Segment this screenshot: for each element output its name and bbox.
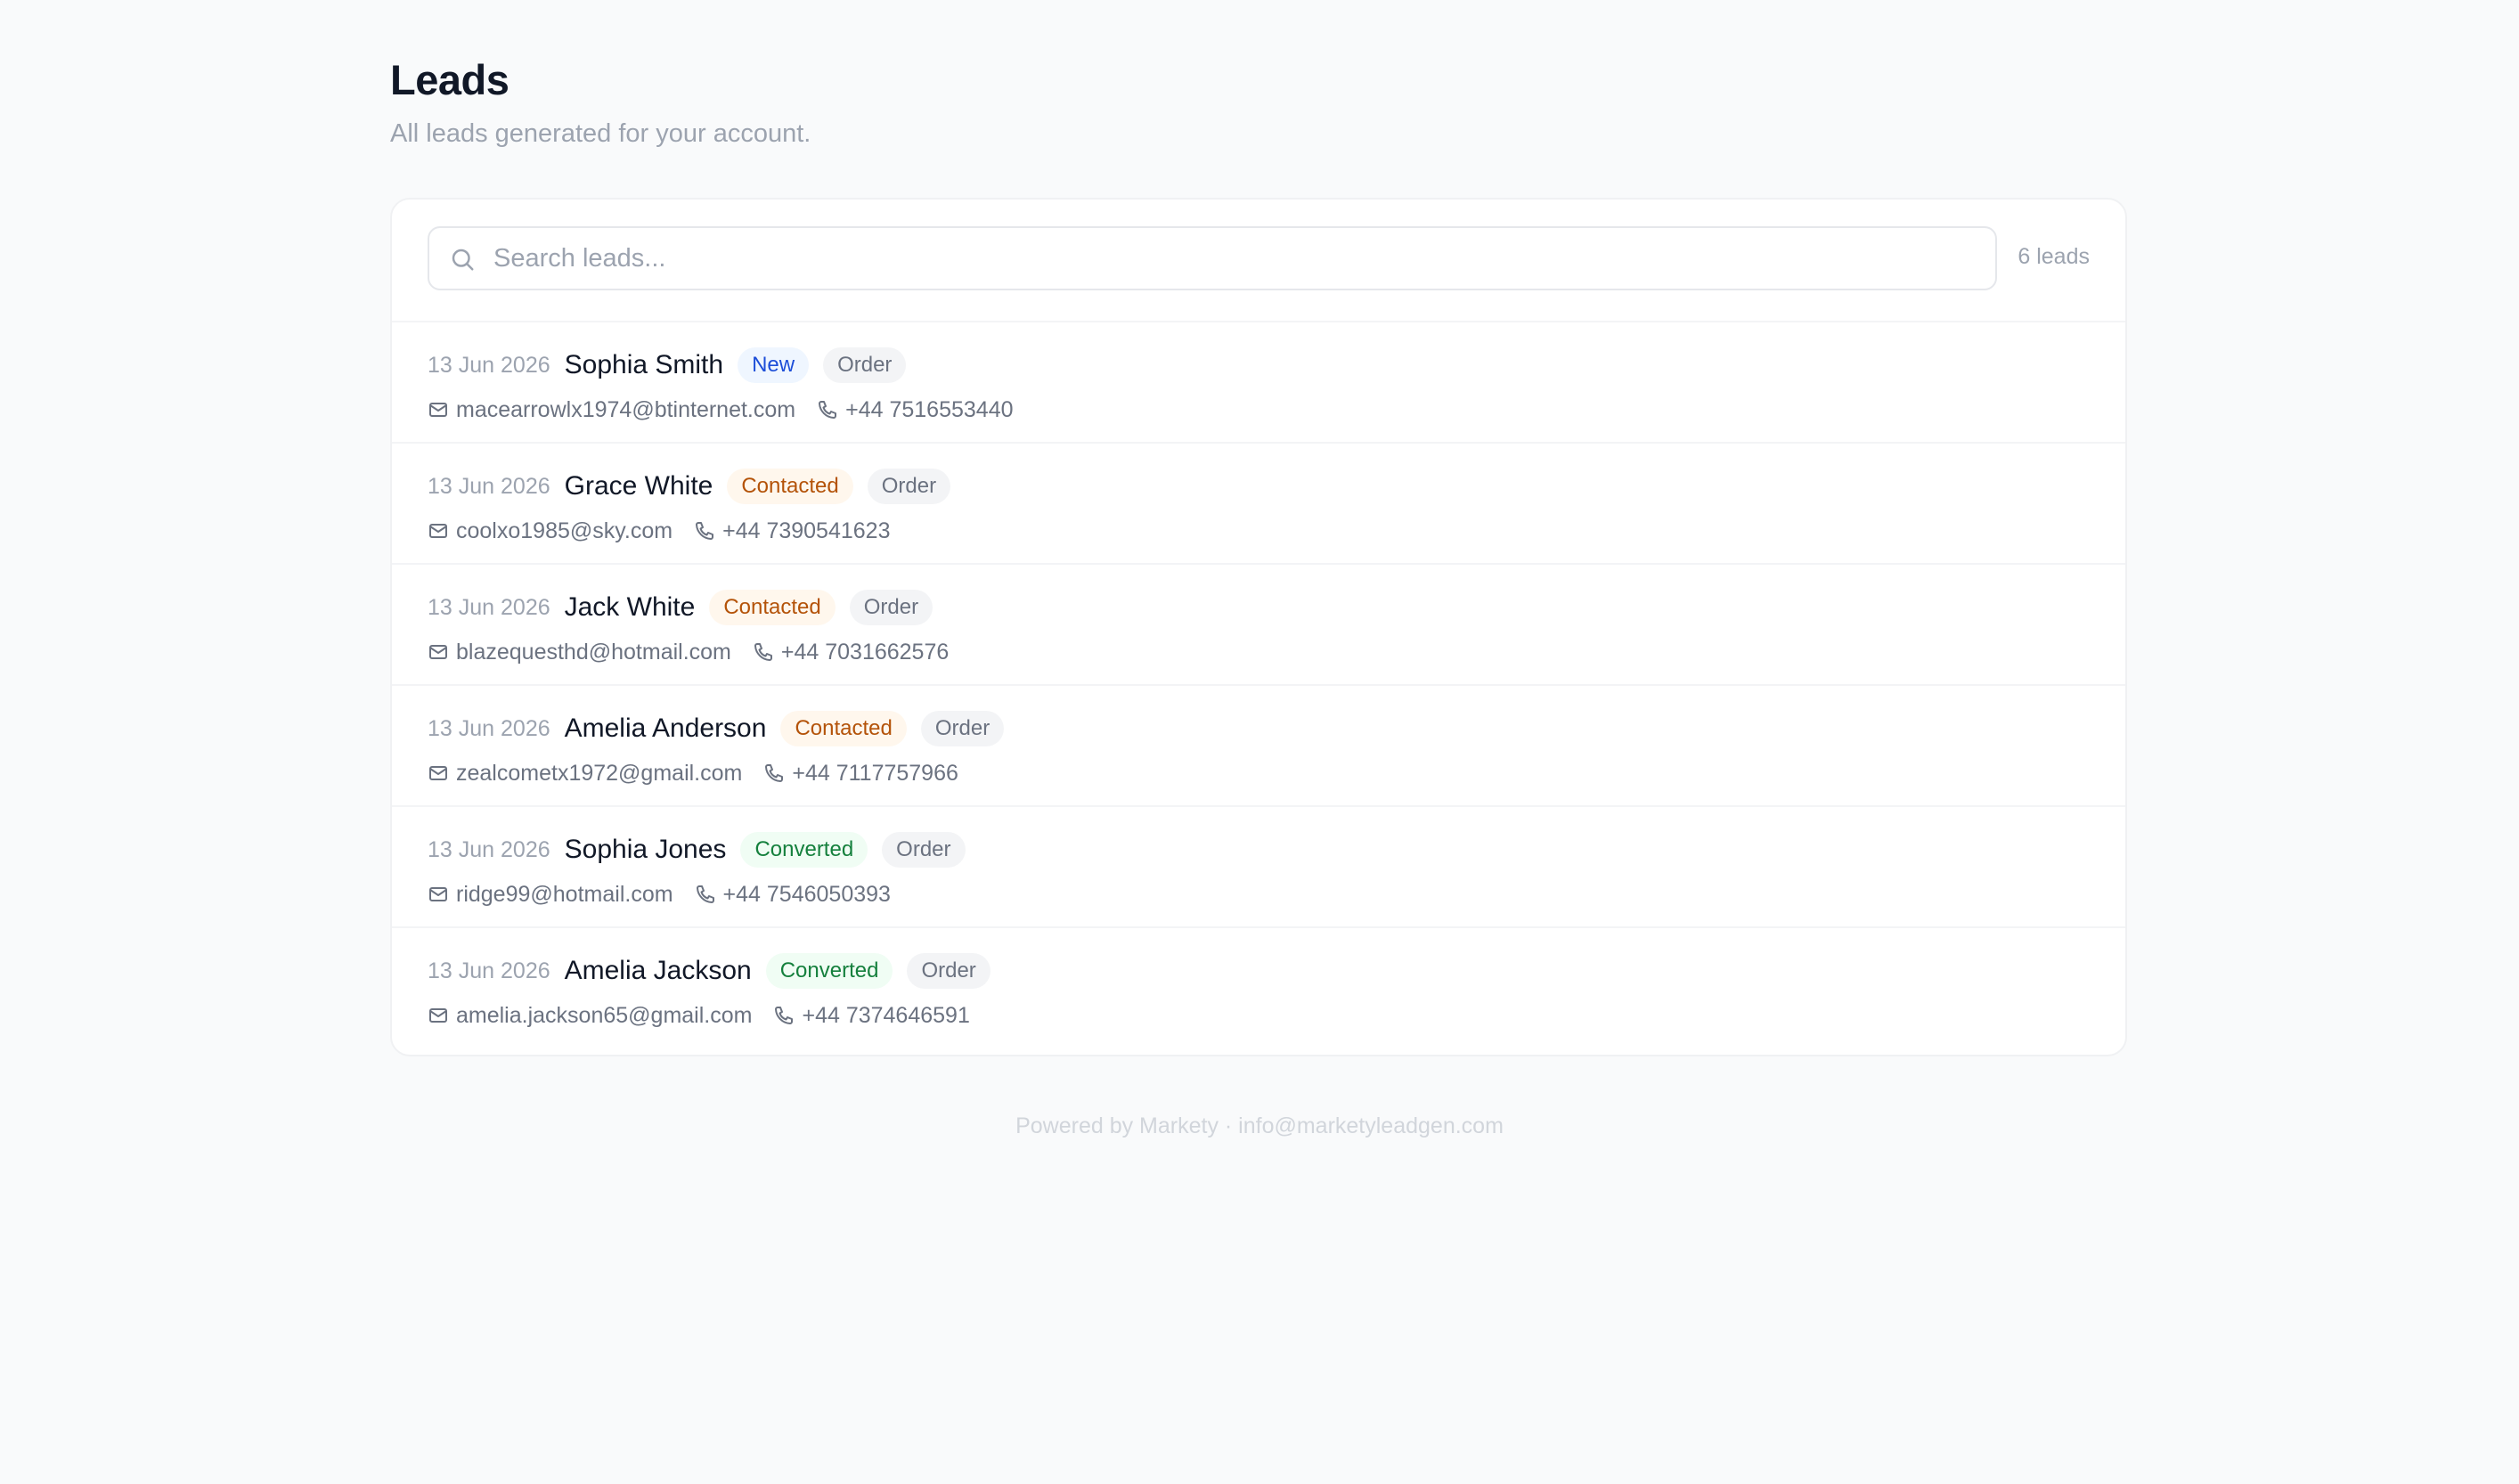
leads-card: 6 leads 13 Jun 2026 Sophia Smith New Ord…	[390, 198, 2127, 1056]
phone-icon	[696, 885, 714, 903]
leads-toolbar: 6 leads	[392, 200, 2125, 322]
lead-email[interactable]: ridge99@hotmail.com	[456, 882, 673, 908]
lead-row[interactable]: 13 Jun 2026 Jack White Contacted Order b…	[392, 565, 2125, 686]
lead-email[interactable]: amelia.jackson65@gmail.com	[456, 1003, 752, 1029]
phone-icon	[819, 401, 837, 419]
lead-email[interactable]: macearrowlx1974@btinternet.com	[456, 397, 795, 423]
lead-date: 13 Jun 2026	[428, 594, 550, 620]
lead-email[interactable]: blazequesthd@hotmail.com	[456, 640, 731, 665]
mail-icon	[429, 524, 447, 538]
lead-type-badge: Order	[882, 832, 966, 868]
lead-row[interactable]: 13 Jun 2026 Amelia Jackson Converted Ord…	[392, 928, 2125, 1049]
lead-phone[interactable]: +44 7390541623	[722, 518, 890, 544]
lead-row[interactable]: 13 Jun 2026 Sophia Jones Converted Order…	[392, 807, 2125, 928]
lead-type-badge: Order	[867, 469, 951, 504]
lead-phone[interactable]: +44 7546050393	[723, 882, 891, 908]
footer-text: Powered by Markety · info@marketyleadgen…	[1015, 1113, 1504, 1138]
leads-count: 6 leads	[2018, 244, 2090, 269]
lead-phone[interactable]: +44 7117757966	[792, 761, 958, 787]
lead-name: Sophia Smith	[564, 350, 724, 379]
lead-date: 13 Jun 2026	[428, 958, 550, 983]
lead-status-badge: New	[738, 347, 810, 383]
lead-name: Amelia Anderson	[564, 713, 767, 743]
phone-icon	[765, 764, 784, 782]
lead-phone[interactable]: +44 7516553440	[845, 397, 1013, 423]
lead-status-badge: Contacted	[780, 711, 907, 746]
lead-name: Sophia Jones	[564, 835, 727, 864]
lead-date: 13 Jun 2026	[428, 715, 550, 741]
lead-type-badge: Order	[823, 347, 907, 383]
lead-name: Grace White	[564, 471, 713, 501]
lead-status-badge: Contacted	[727, 469, 853, 504]
lead-type-badge: Order	[849, 590, 933, 625]
lead-date: 13 Jun 2026	[428, 836, 550, 862]
lead-name: Amelia Jackson	[564, 956, 752, 985]
lead-date: 13 Jun 2026	[428, 352, 550, 378]
lead-row[interactable]: 13 Jun 2026 Amelia Anderson Contacted Or…	[392, 686, 2125, 807]
mail-icon	[429, 645, 447, 659]
lead-status-badge: Converted	[765, 953, 893, 989]
lead-type-badge: Order	[920, 711, 1005, 746]
lead-type-badge: Order	[907, 953, 990, 989]
page-title: Leads	[390, 56, 510, 103]
lead-email[interactable]: coolxo1985@sky.com	[456, 518, 673, 544]
phone-icon	[696, 522, 714, 540]
lead-status-badge: Contacted	[709, 590, 836, 625]
mail-icon	[429, 887, 447, 901]
lead-phone[interactable]: +44 7374646591	[802, 1003, 969, 1029]
search-box[interactable]	[428, 226, 1997, 290]
mail-icon	[429, 403, 447, 417]
search-input[interactable]	[493, 228, 1972, 289]
lead-email[interactable]: zealcometx1972@gmail.com	[456, 761, 742, 787]
search-icon	[452, 249, 474, 271]
page-subtitle: All leads generated for your account.	[390, 119, 811, 148]
lead-phone[interactable]: +44 7031662576	[781, 640, 949, 665]
mail-icon	[429, 766, 447, 780]
mail-icon	[429, 1008, 447, 1023]
lead-date: 13 Jun 2026	[428, 473, 550, 499]
lead-name: Jack White	[564, 592, 696, 622]
lead-status-badge: Converted	[740, 832, 868, 868]
phone-icon	[754, 643, 772, 661]
phone-icon	[775, 1007, 794, 1024]
leads-list: 13 Jun 2026 Sophia Smith New Order macea…	[392, 322, 2125, 1049]
lead-row[interactable]: 13 Jun 2026 Sophia Smith New Order macea…	[392, 322, 2125, 444]
lead-row[interactable]: 13 Jun 2026 Grace White Contacted Order …	[392, 444, 2125, 565]
